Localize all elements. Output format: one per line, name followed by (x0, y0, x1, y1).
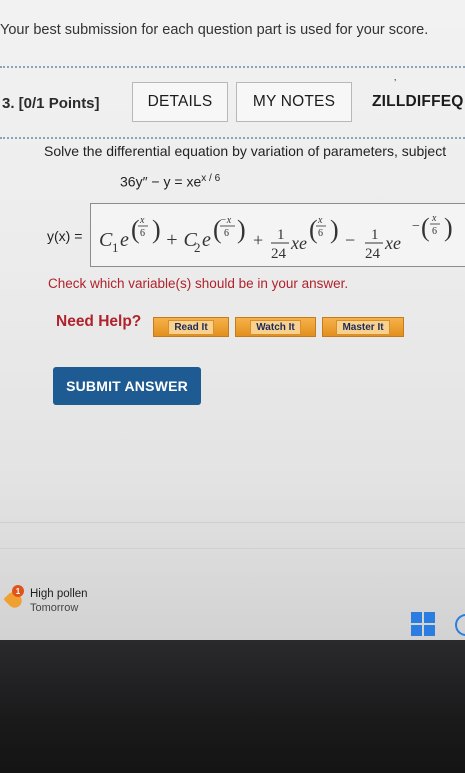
term-c1: C (99, 229, 113, 251)
question-header: 3. [0/1 Points] DETAILS MY NOTES ZILLDIF… (0, 82, 465, 126)
variable-warning: Check which variable(s) should be in you… (48, 276, 349, 291)
master-it-label: Master It (336, 319, 390, 335)
submission-note: Your best submission for each question p… (0, 22, 429, 38)
answer-input[interactable]: C 1 e ( x 6 ) + C 2 e ( −x 6 ) + 1 24 xe… (90, 203, 465, 267)
plus-sign: + (253, 230, 263, 250)
exp-num-1: x (139, 215, 145, 226)
term-c2: + C (165, 229, 197, 251)
paren-open: ( (131, 215, 140, 244)
master-it-button[interactable]: Master It (322, 317, 404, 337)
exp-den-2: 6 (224, 228, 229, 239)
answer-label: y(x) = (47, 228, 83, 244)
notification-badge: 1 (12, 585, 24, 597)
tab-details[interactable]: DETAILS (132, 82, 228, 122)
frac-den-2: 24 (365, 246, 381, 262)
need-help-label: Need Help? (56, 313, 142, 330)
term-c1-subscript: 1 (112, 240, 119, 255)
frac-num-1: 1 (277, 227, 285, 243)
browser-viewport: Your best submission for each question p… (0, 0, 465, 640)
submit-answer-button[interactable]: SUBMIT ANSWER (53, 367, 201, 405)
frac-num-2: 1 (371, 227, 379, 243)
term-c2-subscript: 2 (194, 240, 201, 255)
exp-den-4: 6 (432, 226, 437, 237)
paren-close: ) (444, 213, 453, 242)
term-xe2: xe (384, 233, 401, 253)
divider (0, 548, 465, 549)
minus-sign: − (345, 230, 355, 250)
exp-den-3: 6 (318, 228, 323, 239)
exp-num-4: x (431, 213, 437, 224)
term-e2: e (202, 229, 211, 251)
differential-equation: 36y″ − y = xex / 6 (120, 173, 220, 190)
windows-start-icon[interactable] (411, 612, 435, 636)
weather-widget-title[interactable]: High pollen (30, 588, 88, 600)
paren-close: ) (330, 215, 339, 244)
answer-math: C 1 e ( x 6 ) + C 2 e ( −x 6 ) + 1 24 xe… (99, 213, 453, 262)
problem-statement: Solve the differential equation by varia… (44, 143, 447, 159)
dotted-divider (0, 66, 465, 68)
divider (0, 522, 465, 523)
read-it-button[interactable]: Read It (153, 317, 229, 337)
watch-it-label: Watch It (250, 319, 301, 335)
tab-my-notes[interactable]: MY NOTES (236, 82, 352, 122)
monitor-bezel (0, 640, 465, 773)
exp-neg-sign: − (412, 219, 420, 234)
paren-close: ) (237, 215, 246, 244)
dotted-divider (0, 137, 465, 139)
paren-open: ( (421, 213, 430, 242)
weather-widget-subtitle: Tomorrow (30, 602, 79, 614)
tab-textbook-code[interactable]: ZILLDIFFEQ (372, 82, 465, 122)
exp-den-1: 6 (140, 228, 145, 239)
paren-open: ( (309, 215, 318, 244)
exp-num-2: −x (220, 215, 232, 226)
paren-close: ) (152, 215, 161, 244)
question-number: 3. [0/1 Points] (2, 95, 100, 112)
exp-num-3: x (317, 215, 323, 226)
term-xe1: xe (290, 233, 307, 253)
watch-it-button[interactable]: Watch It (235, 317, 316, 337)
term-e1: e (120, 229, 129, 251)
equation-lhs: 36y″ − y = xe (120, 173, 202, 190)
search-icon[interactable] (455, 614, 465, 636)
read-it-label: Read It (168, 319, 214, 335)
equation-exponent: x / 6 (201, 173, 221, 184)
frac-den-1: 24 (271, 246, 287, 262)
